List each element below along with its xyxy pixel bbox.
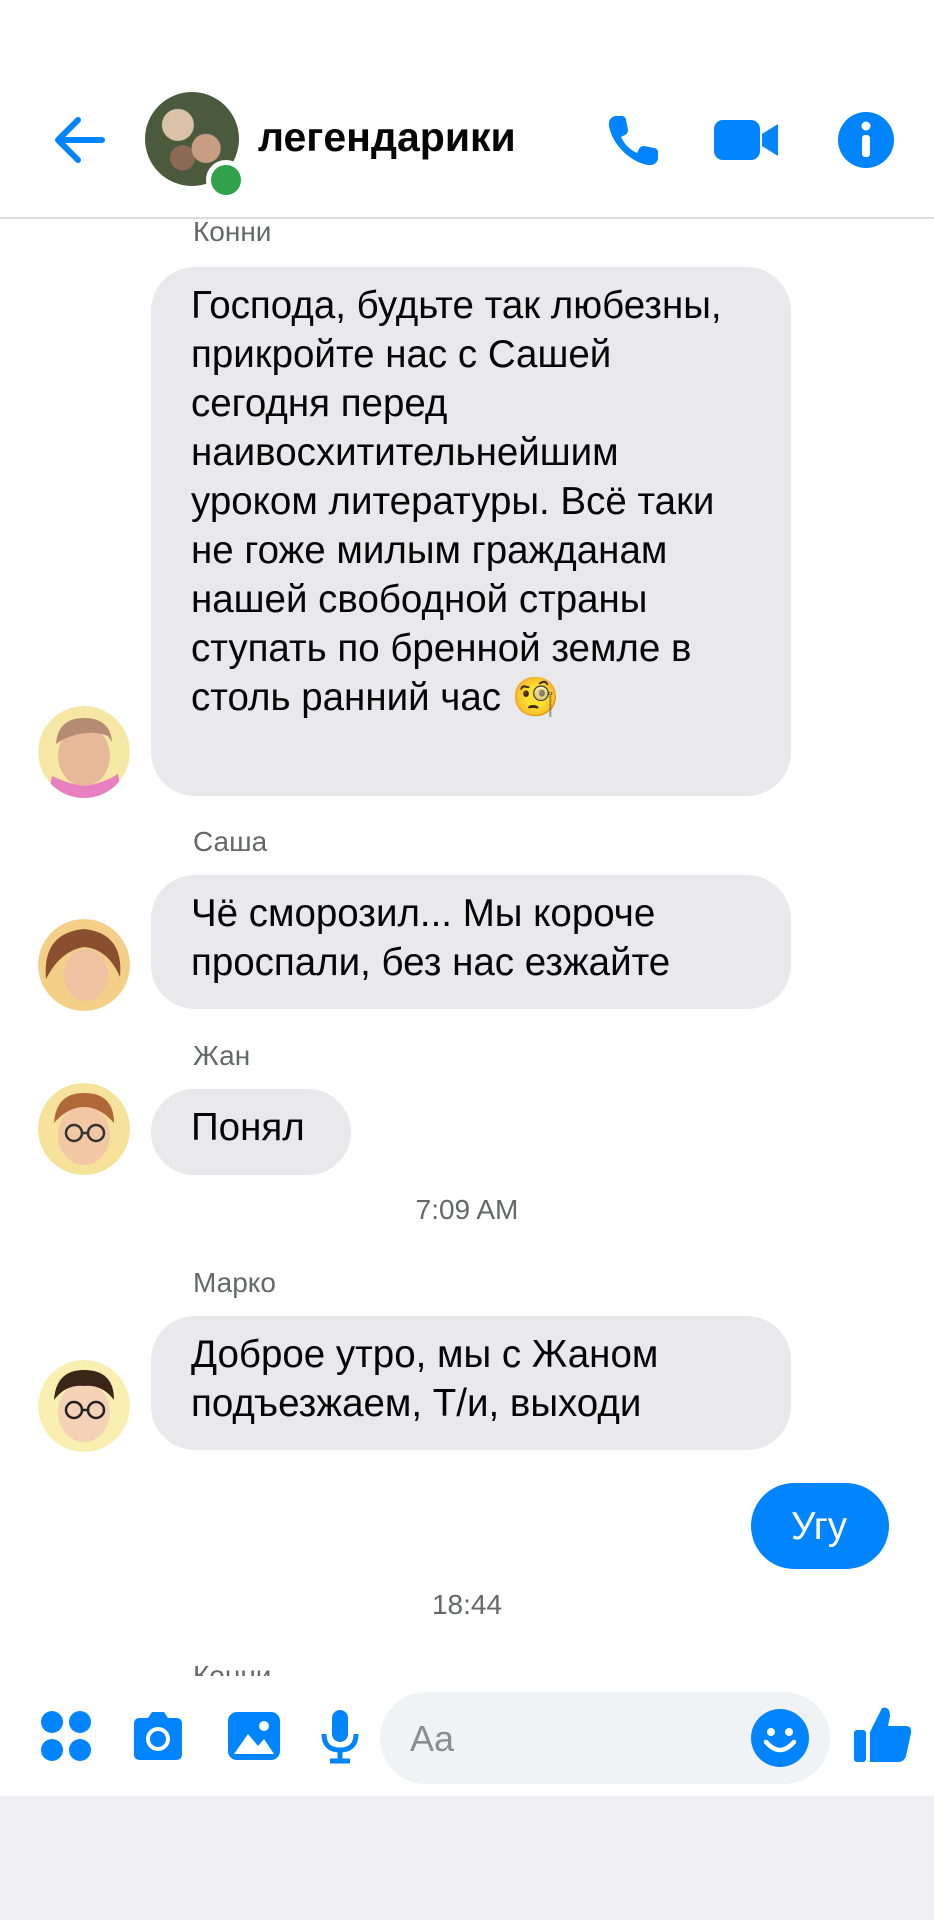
message-bubble[interactable]: Понял xyxy=(151,1089,351,1175)
avatar-sasha[interactable] xyxy=(38,919,130,1011)
bottom-system-area xyxy=(0,1796,934,1920)
apps-icon[interactable] xyxy=(36,1706,96,1766)
thumbs-up-icon[interactable] xyxy=(852,1702,914,1766)
video-call-icon[interactable] xyxy=(712,110,782,170)
sender-name: Марко xyxy=(193,1267,276,1298)
avatar-marko[interactable] xyxy=(38,1360,130,1452)
sender-name: Саша xyxy=(193,826,268,857)
message-input-placeholder: Aa xyxy=(410,1718,455,1759)
message-list[interactable]: Конни Господа, будьте так любезны, прикр… xyxy=(0,219,934,1676)
avatar-zhan[interactable] xyxy=(38,1083,130,1175)
back-arrow-icon[interactable] xyxy=(50,110,110,170)
microphone-icon[interactable] xyxy=(310,1706,370,1766)
avatar-konni[interactable] xyxy=(38,706,130,798)
chat-header: легендарики xyxy=(0,0,934,219)
sender-name: Жан xyxy=(193,1040,251,1071)
phone-call-icon[interactable] xyxy=(604,110,664,170)
gallery-icon[interactable] xyxy=(224,1706,284,1766)
chat-title[interactable]: легендарики xyxy=(258,114,516,161)
online-status-indicator xyxy=(206,160,246,200)
camera-icon[interactable] xyxy=(128,1706,188,1766)
message-bubble[interactable]: Чё сморозил... Мы короче проспали, без н… xyxy=(151,875,791,1009)
message-input[interactable]: Aa xyxy=(380,1692,830,1784)
sender-name: Конни xyxy=(193,219,272,247)
message-bubble[interactable]: Доброе утро, мы с Жаном подъезжаем, Т/и,… xyxy=(151,1316,791,1450)
message-composer: Aa xyxy=(0,1676,934,1796)
timestamp: 18:44 xyxy=(431,1589,503,1620)
timestamp: 7:09 AM xyxy=(415,1194,519,1225)
emoji-icon[interactable] xyxy=(750,1708,810,1768)
own-message-bubble[interactable]: Угу xyxy=(751,1483,889,1569)
info-icon[interactable] xyxy=(836,110,896,170)
message-bubble[interactable]: Господа, будьте так любезны, прикройте н… xyxy=(151,267,791,796)
sender-name-partial: Конни xyxy=(193,1660,272,1676)
